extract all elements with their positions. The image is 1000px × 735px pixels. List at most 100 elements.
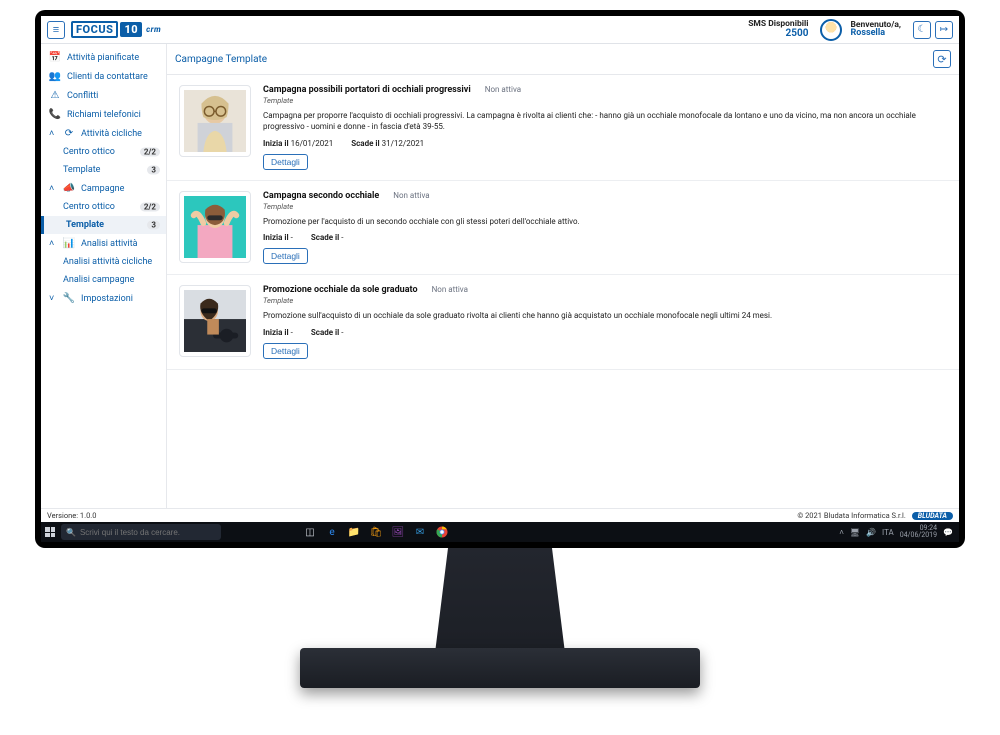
- template-thumbnail: [179, 285, 251, 357]
- template-description: Promozione sull'acquisto di un occhiale …: [263, 311, 947, 322]
- calendar-icon: 📅: [49, 52, 61, 63]
- template-subtitle: Template: [263, 296, 947, 305]
- logout-button[interactable]: ↦: [935, 21, 953, 39]
- content-header: Campagne Template ⟳: [167, 44, 959, 75]
- sidebar-item-label: Template: [63, 165, 100, 175]
- edge-icon[interactable]: e: [323, 524, 341, 540]
- start-date: Inizia il -: [263, 233, 293, 242]
- sidebar-item-label: Analisi campagne: [63, 275, 134, 285]
- page-title: Campagne Template: [175, 54, 267, 65]
- sidebar-item-clienti-da-contattare[interactable]: 👥 Clienti da contattare: [41, 67, 166, 86]
- tray-network-icon[interactable]: 🖥: [850, 528, 860, 537]
- template-status: Non attiva: [393, 191, 429, 200]
- tray-volume-icon[interactable]: 🔊: [866, 528, 876, 537]
- moon-icon: ☾: [918, 24, 927, 35]
- sidebar-item-cicliche-template[interactable]: Template 3: [41, 161, 166, 179]
- phone-icon: 📞: [49, 109, 61, 120]
- template-thumbnail: [179, 191, 251, 263]
- template-status: Non attiva: [485, 85, 521, 94]
- template-list: Campagna possibili portatori di occhiali…: [167, 75, 959, 508]
- template-card: Campagna possibili portatori di occhiali…: [167, 75, 959, 181]
- search-icon: 🔍: [66, 528, 76, 537]
- details-button[interactable]: Dettagli: [263, 248, 308, 264]
- avatar[interactable]: [820, 19, 842, 41]
- logout-icon: ↦: [940, 24, 948, 35]
- end-date: Scade il -: [311, 233, 344, 242]
- sidebar-item-attivita-pianificate[interactable]: 📅 Attività pianificate: [41, 48, 166, 67]
- tray-language[interactable]: ITA: [882, 528, 894, 537]
- sidebar-item-label: Centro ottico: [63, 202, 115, 212]
- count-badge: 3: [147, 221, 160, 230]
- tray-notifications-icon[interactable]: 💬: [943, 528, 953, 537]
- dark-mode-button[interactable]: ☾: [913, 21, 931, 39]
- sidebar-item-label: Attività pianificate: [67, 53, 139, 63]
- bludata-logo: BLUDATA: [912, 512, 953, 520]
- sidebar-item-label: Template: [66, 220, 104, 230]
- sidebar-item-richiami-telefonici[interactable]: 📞 Richiami telefonici: [41, 105, 166, 124]
- photos-icon[interactable]: 🖼: [389, 524, 407, 540]
- chevron-down-icon: ˅: [49, 293, 57, 304]
- monitor-frame: ≡ FOCUS 10 crm SMS Disponibili 2500 Benv…: [35, 10, 965, 548]
- tray-chevron-icon[interactable]: ˄: [839, 528, 844, 537]
- chart-icon: 📊: [63, 238, 75, 249]
- sidebar-item-label: Centro ottico: [63, 147, 115, 157]
- topbar: ≡ FOCUS 10 crm SMS Disponibili 2500 Benv…: [41, 16, 959, 44]
- task-view-icon[interactable]: ◫: [301, 524, 319, 540]
- history-icon: ⟳: [63, 128, 75, 139]
- sidebar-group-campagne[interactable]: ˄ 📣 Campagne: [41, 179, 166, 198]
- template-card: Promozione occhiale da sole graduato Non…: [167, 275, 959, 370]
- store-icon[interactable]: 🛍: [367, 524, 385, 540]
- sidebar-item-campagne-template[interactable]: Template 3: [41, 216, 166, 234]
- sidebar-group-impostazioni[interactable]: ˅ 🔧 Impostazioni: [41, 289, 166, 308]
- details-button[interactable]: Dettagli: [263, 154, 308, 170]
- sidebar-group-analisi-attivita[interactable]: ˄ 📊 Analisi attività: [41, 234, 166, 253]
- sidebar-item-label: Attività cicliche: [81, 129, 142, 139]
- taskbar-search[interactable]: 🔍: [61, 524, 221, 540]
- sidebar-item-analisi-campagne[interactable]: Analisi campagne: [41, 271, 166, 289]
- count-badge: 2/2: [140, 203, 160, 212]
- refresh-icon: ⟳: [937, 53, 946, 66]
- menu-toggle-button[interactable]: ≡: [47, 21, 65, 39]
- sidebar-item-campagne-centro-ottico[interactable]: Centro ottico 2/2: [41, 198, 166, 216]
- chevron-up-icon: ˄: [49, 183, 57, 194]
- file-explorer-icon[interactable]: 📁: [345, 524, 363, 540]
- start-date: Inizia il -: [263, 328, 293, 337]
- start-date: Inizia il 16/01/2021: [263, 139, 333, 148]
- mail-icon[interactable]: ✉: [411, 524, 429, 540]
- wrench-icon: 🔧: [63, 293, 75, 304]
- refresh-button[interactable]: ⟳: [933, 50, 951, 68]
- copyright-text: © 2021 Bludata Informatica S.r.l.: [797, 511, 906, 520]
- tray-clock[interactable]: 09:24 04/06/2019: [900, 525, 937, 539]
- screen: ≡ FOCUS 10 crm SMS Disponibili 2500 Benv…: [41, 16, 959, 542]
- template-description: Campagna per proporre l'acquisto di occh…: [263, 111, 947, 133]
- end-date: Scade il 31/12/2021: [351, 139, 424, 148]
- sidebar-item-cicliche-centro-ottico[interactable]: Centro ottico 2/2: [41, 143, 166, 161]
- welcome-username: Rossella: [850, 29, 901, 38]
- sms-count: 2500: [748, 29, 808, 39]
- template-subtitle: Template: [263, 96, 947, 105]
- template-card: Campagna secondo occhiale Non attiva Tem…: [167, 181, 959, 276]
- details-button[interactable]: Dettagli: [263, 343, 308, 359]
- megaphone-icon: 📣: [63, 183, 75, 194]
- sidebar-item-label: Analisi attività cicliche: [63, 257, 152, 267]
- template-subtitle: Template: [263, 202, 947, 211]
- search-input[interactable]: [80, 528, 216, 537]
- warning-icon: ⚠: [49, 90, 61, 101]
- chevron-up-icon: ˄: [49, 238, 57, 249]
- logo-focus: FOCUS: [71, 21, 118, 38]
- sidebar-item-label: Analisi attività: [81, 239, 138, 249]
- template-title: Promozione occhiale da sole graduato: [263, 285, 418, 295]
- windows-taskbar: 🔍 ◫ e 📁 🛍 🖼 ✉: [41, 522, 959, 542]
- chrome-icon[interactable]: [433, 524, 451, 540]
- chevron-up-icon: ˄: [49, 128, 57, 139]
- sidebar-item-conflitti[interactable]: ⚠ Conflitti: [41, 86, 166, 105]
- sms-available: SMS Disponibili 2500: [748, 20, 808, 39]
- sidebar-item-label: Clienti da contattare: [67, 72, 148, 82]
- sidebar-item-analisi-cicliche[interactable]: Analisi attività cicliche: [41, 253, 166, 271]
- template-thumbnail: [179, 85, 251, 157]
- sidebar-item-label: Conflitti: [67, 91, 98, 101]
- sidebar-group-attivita-cicliche[interactable]: ˄ ⟳ Attività cicliche: [41, 124, 166, 143]
- start-button[interactable]: [45, 527, 55, 537]
- people-icon: 👥: [49, 71, 61, 82]
- logo-io: 10: [120, 22, 142, 37]
